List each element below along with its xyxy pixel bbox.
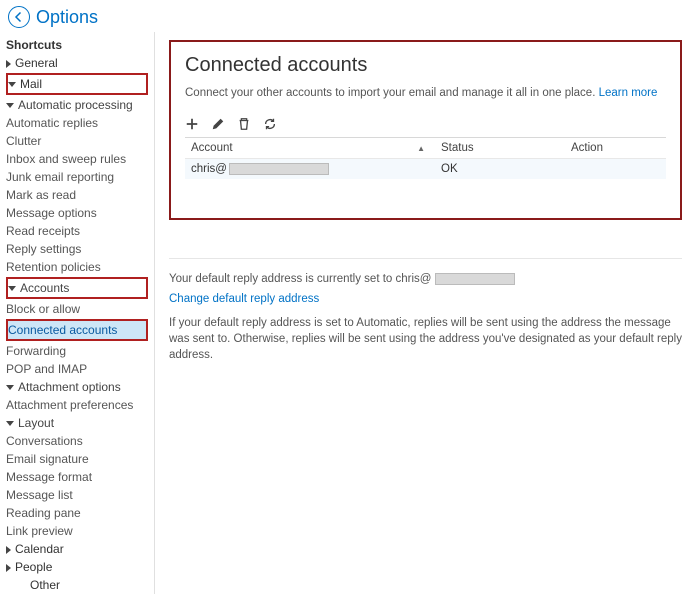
- sidebar-inbox-rules[interactable]: Inbox and sweep rules: [6, 150, 154, 168]
- accounts-table: Account▲ Status Action chris@ OK: [185, 137, 666, 179]
- refresh-icon[interactable]: [263, 117, 277, 131]
- sidebar-message-format[interactable]: Message format: [6, 468, 154, 486]
- account-prefix: chris@: [191, 163, 227, 175]
- redacted-reply-email: [435, 273, 515, 285]
- sidebar-other[interactable]: Other: [6, 576, 154, 594]
- sidebar-attachment-prefs[interactable]: Attachment preferences: [6, 396, 154, 414]
- sidebar-reply-settings[interactable]: Reply settings: [6, 240, 154, 258]
- sidebar-retention[interactable]: Retention policies: [6, 258, 154, 276]
- sidebar-mail[interactable]: Mail: [8, 75, 146, 93]
- sidebar-email-signature[interactable]: Email signature: [6, 450, 154, 468]
- cell-status: OK: [435, 159, 565, 179]
- sidebar-calendar[interactable]: Calendar: [6, 540, 154, 558]
- sidebar-auto-replies[interactable]: Automatic replies: [6, 114, 154, 132]
- sidebar-auto-processing[interactable]: Automatic processing: [6, 96, 154, 114]
- sidebar-forwarding[interactable]: Forwarding: [6, 342, 154, 360]
- cell-account: chris@: [185, 159, 435, 179]
- main-content: Connected accounts Connect your other ac…: [155, 32, 700, 594]
- panel-description: Connect your other accounts to import yo…: [185, 87, 666, 99]
- redacted-email: [229, 163, 329, 175]
- sidebar-conversations[interactable]: Conversations: [6, 432, 154, 450]
- sidebar-connected-accounts[interactable]: Connected accounts: [8, 321, 146, 339]
- sidebar-general[interactable]: General: [6, 54, 154, 72]
- sort-icon: ▲: [417, 144, 429, 153]
- change-reply-link[interactable]: Change default reply address: [169, 293, 682, 305]
- back-icon[interactable]: [8, 6, 30, 28]
- table-row[interactable]: chris@ OK: [185, 159, 666, 179]
- sidebar-link-preview[interactable]: Link preview: [6, 522, 154, 540]
- sidebar-pop-imap[interactable]: POP and IMAP: [6, 360, 154, 378]
- reply-current-text: Your default reply address is currently …: [169, 273, 431, 285]
- cell-action: [565, 159, 666, 179]
- sidebar-mark-read[interactable]: Mark as read: [6, 186, 154, 204]
- col-account[interactable]: Account▲: [185, 138, 435, 158]
- sidebar-message-options[interactable]: Message options: [6, 204, 154, 222]
- sidebar-clutter[interactable]: Clutter: [6, 132, 154, 150]
- sidebar-shortcuts[interactable]: Shortcuts: [6, 36, 154, 54]
- learn-more-link[interactable]: Learn more: [599, 87, 658, 99]
- sidebar-attachment-options[interactable]: Attachment options: [6, 378, 154, 396]
- col-status[interactable]: Status: [435, 138, 565, 158]
- sidebar-junk-reporting[interactable]: Junk email reporting: [6, 168, 154, 186]
- table-header: Account▲ Status Action: [185, 138, 666, 159]
- add-icon[interactable]: [185, 117, 199, 131]
- connected-accounts-panel: Connected accounts Connect your other ac…: [169, 40, 682, 220]
- reply-note: If your default reply address is set to …: [169, 315, 682, 363]
- toolbar: [185, 115, 666, 137]
- panel-desc-text: Connect your other accounts to import yo…: [185, 87, 599, 99]
- page-header: Options: [0, 0, 700, 32]
- panel-title: Connected accounts: [185, 54, 666, 77]
- divider: [169, 258, 682, 259]
- sidebar-layout[interactable]: Layout: [6, 414, 154, 432]
- sidebar-accounts[interactable]: Accounts: [8, 279, 146, 297]
- sidebar-block-allow[interactable]: Block or allow: [6, 300, 154, 318]
- page-title: Options: [36, 7, 98, 28]
- sidebar-message-list[interactable]: Message list: [6, 486, 154, 504]
- delete-icon[interactable]: [237, 117, 251, 131]
- sidebar: Shortcuts General Mail Automatic process…: [0, 32, 155, 594]
- col-action[interactable]: Action: [565, 138, 666, 158]
- sidebar-reading-pane[interactable]: Reading pane: [6, 504, 154, 522]
- sidebar-people[interactable]: People: [6, 558, 154, 576]
- default-reply-block: Your default reply address is currently …: [169, 273, 682, 363]
- sidebar-read-receipts[interactable]: Read receipts: [6, 222, 154, 240]
- edit-icon[interactable]: [211, 117, 225, 131]
